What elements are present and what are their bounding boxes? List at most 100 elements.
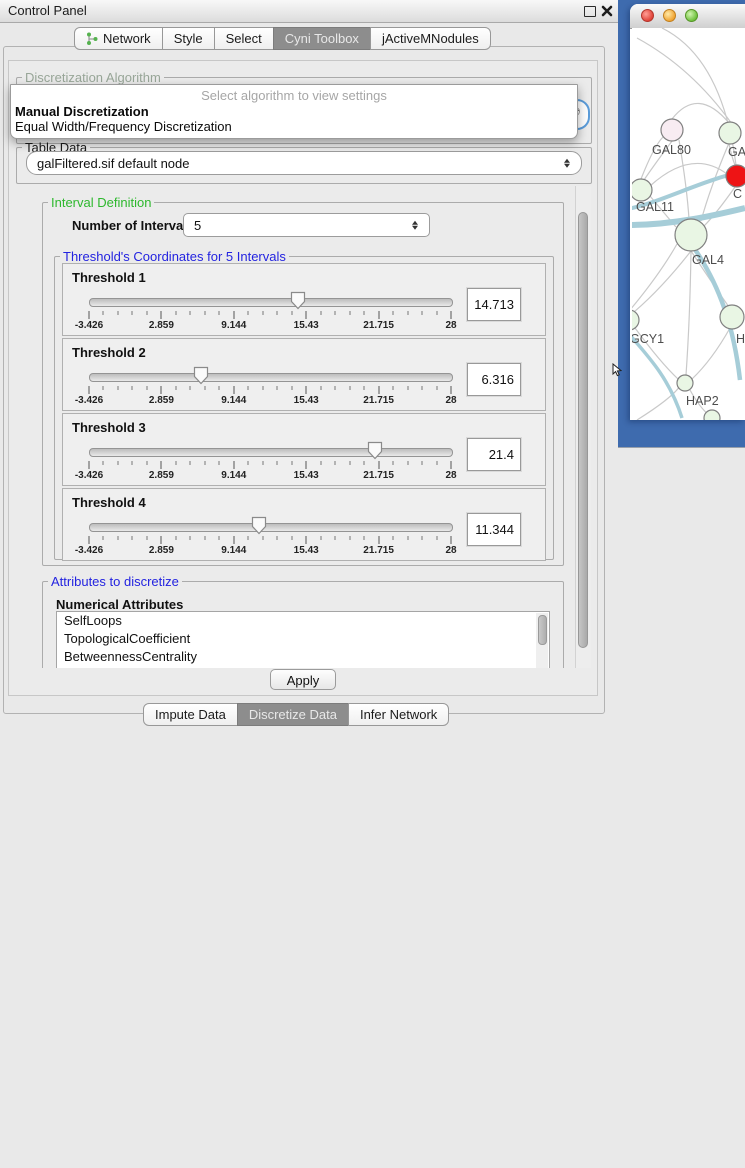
control-panel-title: Control Panel	[8, 3, 87, 18]
tab-label: Network	[103, 28, 151, 49]
algorithm-option-manual-discretization[interactable]: Manual Discretization	[15, 104, 149, 119]
network-edge	[650, 163, 727, 186]
settings-viewport: Interval Definition Number of Intervals …	[13, 186, 575, 668]
minimize-traffic-light-icon[interactable]	[663, 9, 676, 22]
threshold-row: Threshold 1 -3.4262.8599.14415.4321.7152…	[62, 263, 546, 336]
algorithm-dropdown-hint: Select algorithm to view settings	[11, 88, 577, 103]
algorithm-option-equal-width-frequency-discretization[interactable]: Equal Width/Frequency Discretization	[15, 119, 232, 134]
threshold-slider-track[interactable]	[89, 523, 453, 532]
tab-jactivemnodules[interactable]: jActiveMNodules	[370, 27, 491, 50]
tick-label: 21.715	[363, 395, 394, 406]
combo-down-arrow-icon	[412, 226, 418, 230]
tick-label: 28	[445, 470, 456, 481]
slider-tick-labels: -3.4262.8599.14415.4321.71528	[89, 395, 451, 407]
network-node-h[interactable]	[720, 305, 744, 329]
attribute-item-selfloops[interactable]: SelfLoops	[57, 612, 549, 630]
network-edge	[692, 328, 730, 379]
threshold-value-field[interactable]: 14.713	[467, 288, 521, 321]
tick-label: 28	[445, 320, 456, 331]
threshold-label: Threshold 4	[72, 495, 146, 510]
tab-discretize-data[interactable]: Discretize Data	[237, 703, 349, 726]
tick-label: 9.144	[221, 470, 246, 481]
combo-up-arrow-icon	[412, 220, 418, 224]
network-node-hap2[interactable]	[677, 375, 693, 391]
network-node[interactable]	[704, 410, 720, 420]
number-of-intervals-select[interactable]: 5	[183, 213, 430, 237]
combo-up-arrow-icon	[564, 158, 570, 162]
threshold-slider-handle[interactable]	[290, 291, 306, 310]
threshold-value-field[interactable]: 11.344	[467, 513, 521, 546]
zoom-traffic-light-icon[interactable]	[685, 9, 698, 22]
tab-cyni-toolbox[interactable]: Cyni Toolbox	[273, 27, 371, 50]
tick-label: 15.43	[294, 470, 319, 481]
network-node-gal80[interactable]	[661, 119, 683, 141]
tab-label: Impute Data	[155, 704, 226, 725]
tab-label: Discretize Data	[249, 704, 337, 725]
close-icon[interactable]	[601, 5, 613, 17]
tab-style[interactable]: Style	[162, 27, 215, 50]
interval-definition-title: Interval Definition	[48, 195, 154, 210]
float-window-icon[interactable]	[584, 6, 596, 17]
thresholds-group-title: Threshold's Coordinates for 5 Intervals	[60, 249, 289, 264]
tick-label: 21.715	[363, 545, 394, 556]
network-edge	[704, 187, 735, 226]
settings-scrollbar[interactable]	[575, 186, 591, 668]
tab-infer-network[interactable]: Infer Network	[348, 703, 449, 726]
network-node-gcy1[interactable]	[632, 310, 639, 330]
network-node-gal4[interactable]	[675, 219, 707, 251]
network-window: GAL80GACGAL11GAL4HGCY1HAP2	[630, 4, 745, 420]
slider-tick-labels: -3.4262.8599.14415.4321.71528	[89, 320, 451, 332]
apply-button[interactable]: Apply	[270, 669, 336, 690]
table-data-selected-value: galFiltered.sif default node	[37, 156, 189, 171]
algorithm-dropdown-popup: Select algorithm to view settings Manual…	[10, 84, 578, 139]
threshold-row: Threshold 4 -3.4262.8599.14415.4321.7152…	[62, 488, 546, 561]
threshold-slider-track[interactable]	[89, 373, 453, 382]
tick-label: 9.144	[221, 320, 246, 331]
slider-ticks	[89, 311, 451, 320]
number-of-intervals-value: 5	[194, 218, 201, 233]
network-node-gal11[interactable]	[632, 179, 652, 201]
network-edge	[632, 244, 677, 310]
network-edge	[634, 251, 691, 312]
threshold-slider-handle[interactable]	[367, 441, 383, 460]
threshold-slider-track[interactable]	[89, 298, 453, 307]
attribute-item-topologicalcoefficient[interactable]: TopologicalCoefficient	[57, 630, 549, 648]
threshold-slider-track[interactable]	[89, 448, 453, 457]
network-node-ga[interactable]	[719, 122, 741, 144]
threshold-row: Threshold 2 -3.4262.8599.14415.4321.7152…	[62, 338, 546, 411]
network-canvas[interactable]: GAL80GACGAL11GAL4HGCY1HAP2	[632, 28, 745, 420]
attributes-scrollbar[interactable]	[536, 613, 548, 668]
tick-label: 28	[445, 545, 456, 556]
tab-network[interactable]: Network	[74, 27, 163, 50]
slider-ticks	[89, 461, 451, 470]
tab-select[interactable]: Select	[214, 27, 274, 50]
tick-label: 15.43	[294, 545, 319, 556]
tab-label: jActiveMNodules	[382, 28, 479, 49]
tab-label: Style	[174, 28, 203, 49]
network-node-label: GAL80	[652, 143, 691, 157]
threshold-slider-handle[interactable]	[193, 366, 209, 385]
attribute-item-betweennesscentrality[interactable]: BetweennessCentrality	[57, 648, 549, 666]
network-edge	[686, 251, 691, 375]
discretization-algorithm-title: Discretization Algorithm	[22, 70, 164, 85]
settings-scrollbar-thumb[interactable]	[578, 212, 588, 648]
threshold-value-field[interactable]: 21.4	[467, 438, 521, 471]
network-node-label: H	[736, 332, 745, 346]
tick-label: -3.426	[75, 545, 103, 556]
numerical-attributes-list[interactable]: SelfLoopsTopologicalCoefficientBetweenne…	[56, 611, 550, 668]
close-traffic-light-icon[interactable]	[641, 9, 654, 22]
network-edge	[637, 386, 680, 420]
threshold-value-field[interactable]: 6.316	[467, 363, 521, 396]
tick-label: 28	[445, 395, 456, 406]
tick-label: 2.859	[149, 545, 174, 556]
threshold-label: Threshold 2	[72, 345, 146, 360]
tab-impute-data[interactable]: Impute Data	[143, 703, 238, 726]
tick-label: 15.43	[294, 320, 319, 331]
tick-label: -3.426	[75, 470, 103, 481]
attributes-scrollbar-thumb[interactable]	[538, 615, 547, 645]
threshold-slider-handle[interactable]	[251, 516, 267, 535]
network-node-label: GAL11	[636, 200, 674, 214]
tick-label: 2.859	[149, 395, 174, 406]
network-node-c[interactable]	[726, 165, 745, 187]
table-data-select[interactable]: galFiltered.sif default node	[26, 151, 582, 175]
